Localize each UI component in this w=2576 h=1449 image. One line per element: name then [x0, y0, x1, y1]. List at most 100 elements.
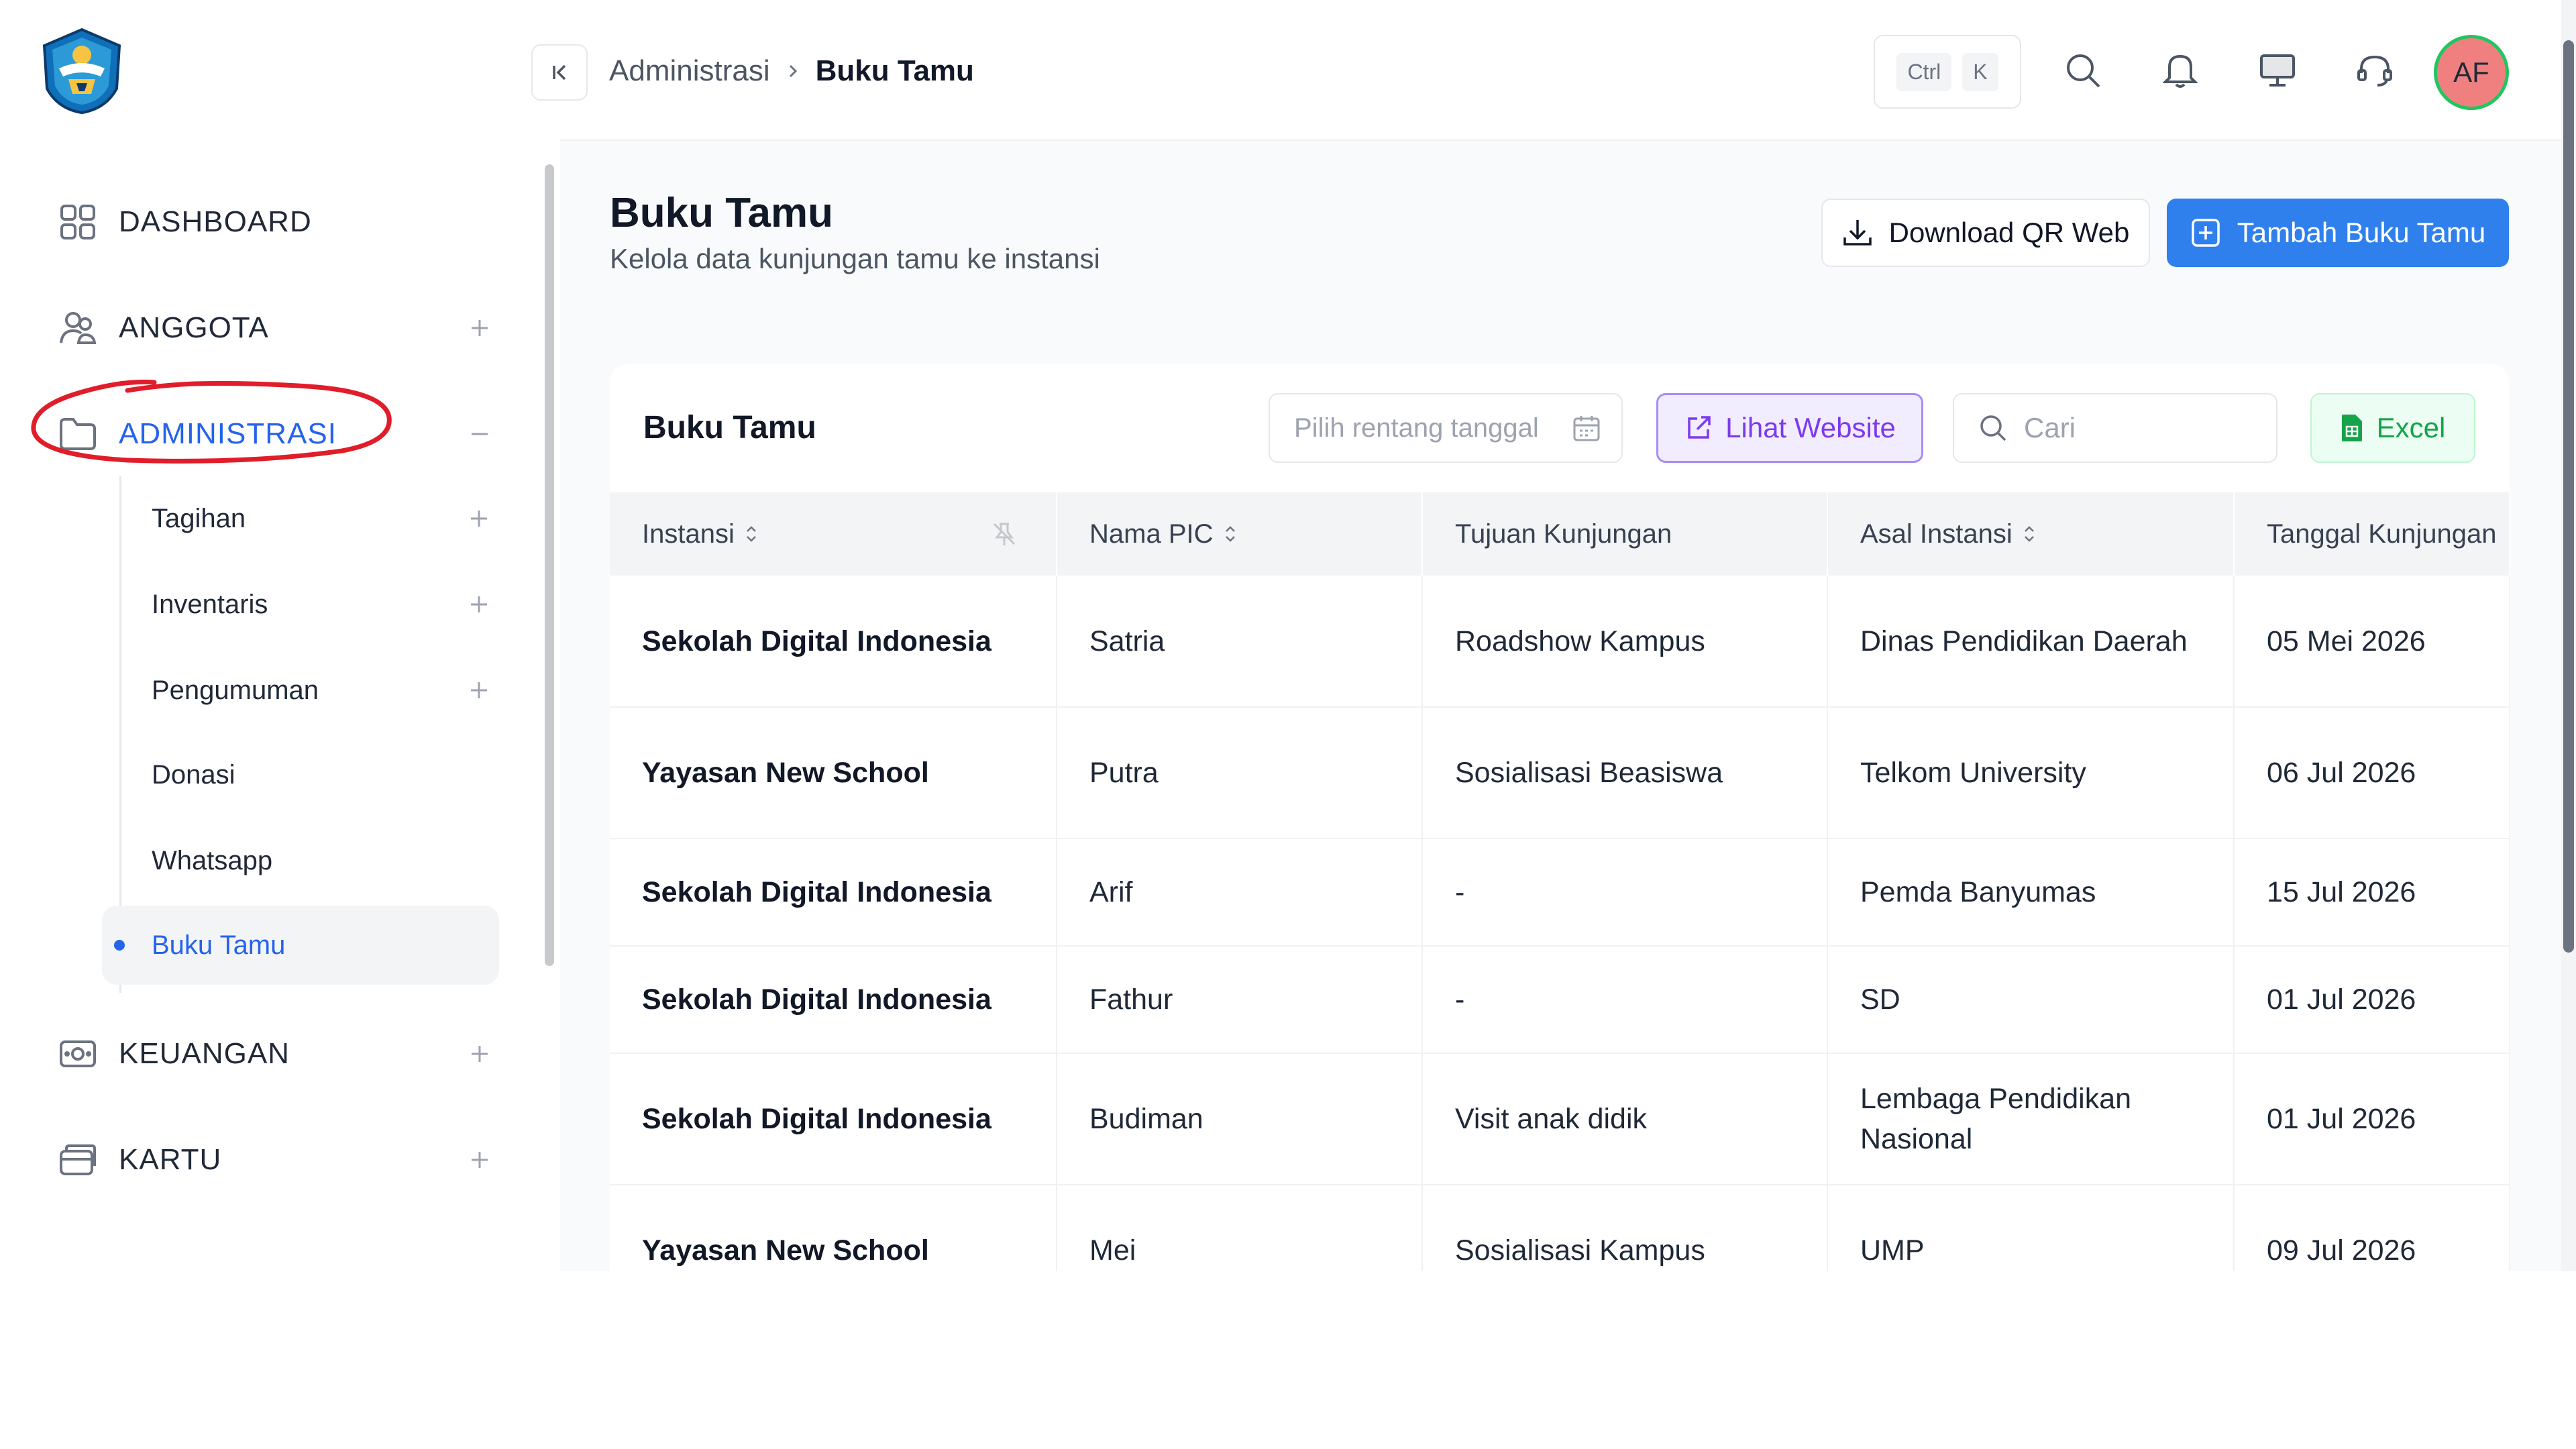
sub-item-inventaris[interactable]: Inventaris	[102, 565, 499, 644]
collapse-sidebar-button[interactable]	[531, 44, 588, 101]
cell-tujuan: Visit anak didik	[1422, 1053, 1828, 1185]
export-excel-button[interactable]: Excel	[2310, 393, 2475, 463]
guestbook-table: Instansi Nama PIC Tujuan Kunjungan Asal …	[610, 492, 2510, 1271]
breadcrumb-current: Buku Tamu	[815, 54, 974, 87]
expand-plus-icon[interactable]	[466, 1040, 493, 1067]
plus-square-icon	[2192, 219, 2220, 247]
nav-kartu[interactable]: KARTU	[57, 1130, 493, 1190]
date-range-placeholder: Pilih rentang tanggal	[1294, 413, 1539, 443]
column-header-instansi[interactable]: Instansi	[610, 492, 1057, 576]
cell-instansi: Sekolah Digital Indonesia	[610, 839, 1057, 947]
chevron-right-icon	[785, 62, 801, 80]
card-title: Buku Tamu	[643, 410, 816, 445]
nav-kartu-label: KARTU	[119, 1143, 222, 1176]
cell-asal: Pemda Banyumas	[1827, 839, 2235, 947]
sub-item-label: Buku Tamu	[152, 930, 286, 960]
sub-item-label: Inventaris	[152, 589, 268, 619]
money-icon	[57, 1033, 99, 1075]
cell-asal: Lembaga Pendidikan Nasional	[1827, 1053, 2235, 1185]
cell-nama-pic: Arif	[1057, 839, 1423, 947]
scrollbar-thumb[interactable]	[2563, 40, 2574, 953]
sidebar: DASHBOARD ANGGOTA ADMINISTRASI Tagihan I…	[0, 0, 560, 1271]
cell-instansi: Sekolah Digital Indonesia	[610, 1053, 1057, 1185]
page-scrollbar[interactable]	[2561, 0, 2576, 1271]
monitor-icon[interactable]	[2254, 47, 2301, 94]
breadcrumb-administrasi[interactable]: Administrasi	[609, 54, 770, 88]
collapse-minus-icon[interactable]	[466, 421, 493, 447]
expand-plus-icon[interactable]	[466, 591, 492, 618]
guestbook-card: Buku Tamu Pilih rentang tanggal Lihat We…	[610, 364, 2510, 1271]
column-header-nama-pic[interactable]: Nama PIC	[1057, 492, 1423, 576]
column-header-label: Asal Instansi	[1860, 519, 2012, 549]
search-placeholder: Cari	[2024, 412, 2076, 443]
add-guestbook-button[interactable]: Tambah Buku Tamu	[2167, 199, 2509, 267]
expand-plus-icon[interactable]	[466, 315, 493, 341]
table-row[interactable]: Sekolah Digital Indonesia Satria Roadsho…	[610, 576, 2510, 708]
sort-icon[interactable]	[744, 524, 759, 544]
cell-instansi: Yayasan New School	[610, 707, 1057, 839]
cell-tujuan: Roadshow Kampus	[1422, 576, 1828, 708]
cell-nama-pic: Satria	[1057, 576, 1423, 708]
download-icon	[1843, 220, 1872, 246]
expand-plus-icon[interactable]	[466, 1146, 493, 1173]
nav-administrasi[interactable]: ADMINISTRASI	[57, 404, 493, 464]
cell-tanggal: 01 Jul 2026	[2234, 946, 2510, 1054]
table-row[interactable]: Yayasan New School Putra Sosialisasi Bea…	[610, 707, 2510, 839]
download-qr-label: Download QR Web	[1888, 217, 2130, 248]
nav-dashboard[interactable]: DASHBOARD	[57, 192, 493, 252]
expand-plus-icon[interactable]	[466, 677, 492, 704]
kemendikbud-logo[interactable]	[39, 27, 125, 115]
sub-item-buku-tamu[interactable]: Buku Tamu	[102, 906, 499, 985]
table-row[interactable]: Sekolah Digital Indonesia Budiman Visit …	[610, 1053, 2510, 1185]
column-header-label: Nama PIC	[1089, 519, 1214, 549]
sort-icon[interactable]	[2022, 524, 2037, 544]
command-palette-shortcut[interactable]: Ctrl K	[1874, 35, 2021, 109]
nav-anggota[interactable]: ANGGOTA	[57, 298, 493, 358]
table-row[interactable]: Yayasan New School Mei Sosialisasi Kampu…	[610, 1185, 2510, 1271]
sub-item-label: Tagihan	[152, 503, 246, 533]
expand-plus-icon[interactable]	[466, 505, 492, 532]
sub-item-donasi[interactable]: Donasi	[102, 735, 499, 814]
table-search-input[interactable]: Cari	[1953, 393, 2277, 463]
search-icon	[1980, 415, 2006, 441]
search-icon[interactable]	[2059, 47, 2106, 94]
table-row[interactable]: Sekolah Digital Indonesia Fathur - SD 01…	[610, 946, 2510, 1054]
cell-tujuan: Sosialisasi Kampus	[1422, 1185, 1828, 1271]
view-website-button[interactable]: Lihat Website	[1656, 393, 1923, 463]
sort-icon[interactable]	[1223, 524, 1238, 544]
cell-asal: SD	[1827, 946, 2235, 1054]
cell-asal: Telkom University	[1827, 707, 2235, 839]
cell-nama-pic: Fathur	[1057, 946, 1423, 1054]
support-headset-icon[interactable]	[2351, 47, 2398, 94]
folder-icon	[57, 413, 99, 455]
column-header-label: Tanggal Kunjungan	[2267, 519, 2497, 549]
sidebar-scrollbar[interactable]	[543, 148, 555, 1248]
column-header-asal-instansi[interactable]: Asal Instansi	[1827, 492, 2235, 576]
sub-item-whatsapp[interactable]: Whatsapp	[102, 821, 499, 900]
scrollbar-thumb[interactable]	[545, 164, 554, 966]
column-header-label: Tujuan Kunjungan	[1455, 519, 1672, 549]
user-avatar[interactable]: AF	[2434, 35, 2509, 110]
cell-tanggal: 01 Jul 2026	[2234, 1053, 2510, 1185]
column-header-tujuan-kunjungan: Tujuan Kunjungan	[1422, 492, 1828, 576]
users-icon	[57, 307, 99, 349]
nav-anggota-label: ANGGOTA	[119, 311, 269, 344]
sub-item-pengumuman[interactable]: Pengumuman	[102, 651, 499, 730]
cell-tanggal: 06 Jul 2026	[2234, 707, 2510, 839]
download-qr-button[interactable]: Download QR Web	[1821, 199, 2150, 267]
cell-nama-pic: Mei	[1057, 1185, 1423, 1271]
sub-item-label: Donasi	[152, 759, 235, 790]
date-range-picker[interactable]: Pilih rentang tanggal	[1269, 393, 1623, 463]
export-excel-label: Excel	[2376, 412, 2446, 443]
excel-file-icon	[2341, 415, 2362, 441]
cell-asal: UMP	[1827, 1185, 2235, 1271]
cell-instansi: Sekolah Digital Indonesia	[610, 946, 1057, 1054]
unpin-icon[interactable]	[990, 520, 1018, 548]
sub-item-tagihan[interactable]: Tagihan	[102, 479, 499, 558]
bell-icon[interactable]	[2157, 47, 2204, 94]
nav-keuangan[interactable]: KEUANGAN	[57, 1024, 493, 1084]
cell-nama-pic: Budiman	[1057, 1053, 1423, 1185]
nav-dashboard-label: DASHBOARD	[119, 205, 312, 238]
cell-instansi: Yayasan New School	[610, 1185, 1057, 1271]
table-row[interactable]: Sekolah Digital Indonesia Arif - Pemda B…	[610, 839, 2510, 947]
